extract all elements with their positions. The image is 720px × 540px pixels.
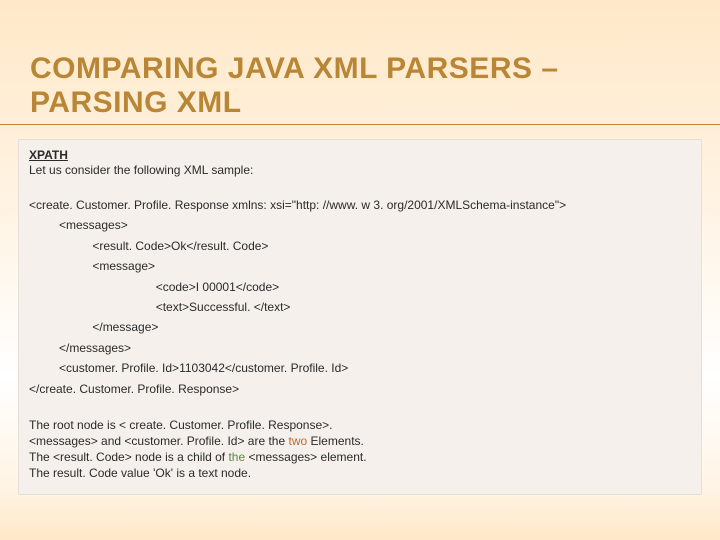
page-title: COMPARING JAVA XML PARSERS – PARSING XML: [0, 0, 720, 125]
intro-text: Let us consider the following XML sample…: [29, 163, 691, 177]
note-line-4: The result. Code value 'Ok' is a text no…: [29, 465, 691, 481]
note-line-2-post: Elements.: [307, 434, 364, 448]
note-line-2-kw: two: [288, 434, 307, 448]
explanation-notes: The root node is < create. Customer. Pro…: [29, 417, 691, 482]
note-line-2-pre: <messages> and <customer. Profile. Id> a…: [29, 434, 288, 448]
content-box: XPATH Let us consider the following XML …: [18, 139, 702, 495]
note-line-1: The root node is < create. Customer. Pro…: [29, 417, 691, 433]
note-line-3-pre: The <result. Code> node is a child of: [29, 450, 228, 464]
note-line-3-kw: the: [228, 450, 245, 464]
slide: COMPARING JAVA XML PARSERS – PARSING XML…: [0, 0, 720, 540]
section-label: XPATH: [29, 148, 691, 162]
note-line-3-post: <messages> element.: [245, 450, 366, 464]
xml-sample: <create. Customer. Profile. Response xml…: [29, 195, 691, 399]
note-line-2: <messages> and <customer. Profile. Id> a…: [29, 433, 691, 449]
note-line-3: The <result. Code> node is a child of th…: [29, 449, 691, 465]
